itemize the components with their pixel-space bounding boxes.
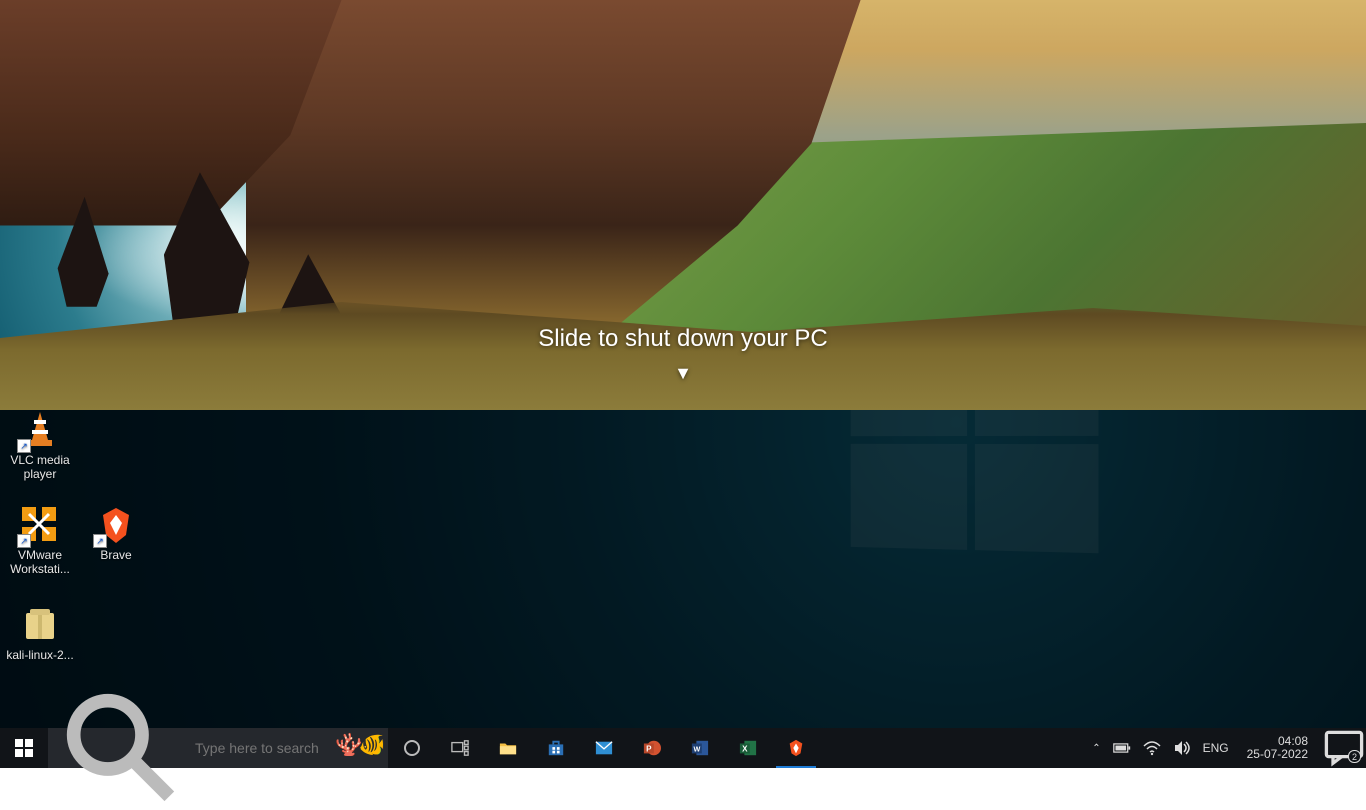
desktop-icon-label: Brave (78, 549, 154, 563)
tray-chevron-up-icon[interactable]: ⌃ (1092, 743, 1100, 754)
taskbar-spacer (820, 728, 1084, 768)
desktop-icon-vmware[interactable]: ↗ VMware Workstati... (2, 505, 78, 577)
archive-folder-icon (20, 605, 60, 645)
excel-icon: X (739, 739, 757, 757)
notification-icon (1322, 728, 1366, 768)
brave-icon: ↗ (96, 505, 136, 545)
taskbar-search[interactable]: 🪸🐠 (48, 728, 388, 768)
task-view-icon (451, 739, 469, 757)
taskbar-clock[interactable]: 04:08 25-07-2022 (1241, 735, 1314, 761)
clock-date: 25-07-2022 (1247, 748, 1308, 761)
powerpoint-icon: P (643, 739, 661, 757)
cortana-icon (403, 739, 421, 757)
taskbar-app-word[interactable]: W (676, 728, 724, 768)
desktop-icon-kali[interactable]: kali-linux-2... (2, 605, 78, 663)
svg-text:W: W (693, 745, 700, 754)
cortana-button[interactable] (388, 728, 436, 768)
slide-to-shutdown-text: Slide to shut down your PC ▼ (0, 325, 1366, 384)
windows-logo-icon (15, 739, 33, 757)
action-center-button[interactable]: 2 (1322, 728, 1366, 768)
search-decoration-icon: 🪸🐠 (335, 732, 382, 758)
vmware-icon: ↗ (20, 505, 60, 545)
store-icon (547, 739, 565, 757)
system-tray: ⌃ ENG 04:08 25-07-2022 (1084, 728, 1322, 768)
taskbar: 🪸🐠 P W X ⌃ ENG 04:08 25-07-2022 (0, 728, 1366, 768)
wifi-icon[interactable] (1143, 739, 1161, 757)
taskbar-app-microsoft-store[interactable] (532, 728, 580, 768)
shortcut-arrow-icon: ↗ (17, 534, 31, 548)
desktop-icon-label: VMware Workstati... (2, 549, 78, 577)
slide-message: Slide to shut down your PC (538, 325, 828, 352)
desktop-icon-vlc[interactable]: ↗ VLC media player (2, 410, 78, 482)
taskbar-app-mail[interactable] (580, 728, 628, 768)
shortcut-arrow-icon: ↗ (17, 439, 31, 453)
brave-icon (787, 739, 805, 757)
language-indicator[interactable]: ENG (1203, 741, 1229, 755)
word-icon: W (691, 739, 709, 757)
task-view-button[interactable] (436, 728, 484, 768)
taskbar-app-excel[interactable]: X (724, 728, 772, 768)
shortcut-arrow-icon: ↗ (93, 534, 107, 548)
svg-text:P: P (646, 745, 652, 754)
desktop-icon-brave[interactable]: ↗ Brave (78, 505, 154, 563)
svg-text:X: X (742, 745, 748, 754)
taskbar-app-file-explorer[interactable] (484, 728, 532, 768)
file-explorer-icon (499, 739, 517, 757)
search-icon (60, 687, 183, 810)
start-button[interactable] (0, 728, 48, 768)
vlc-icon: ↗ (20, 410, 60, 450)
desktop-icon-label: kali-linux-2... (2, 649, 78, 663)
slide-to-shutdown-panel[interactable]: Slide to shut down your PC ▼ (0, 0, 1366, 410)
taskbar-app-brave[interactable] (772, 728, 820, 768)
chevron-down-icon: ▼ (0, 363, 1366, 384)
notification-count-badge: 2 (1348, 750, 1361, 763)
taskbar-app-powerpoint[interactable]: P (628, 728, 676, 768)
mail-icon (595, 739, 613, 757)
battery-icon[interactable] (1113, 739, 1131, 757)
desktop-icon-label: VLC media player (2, 454, 78, 482)
volume-icon[interactable] (1173, 739, 1191, 757)
